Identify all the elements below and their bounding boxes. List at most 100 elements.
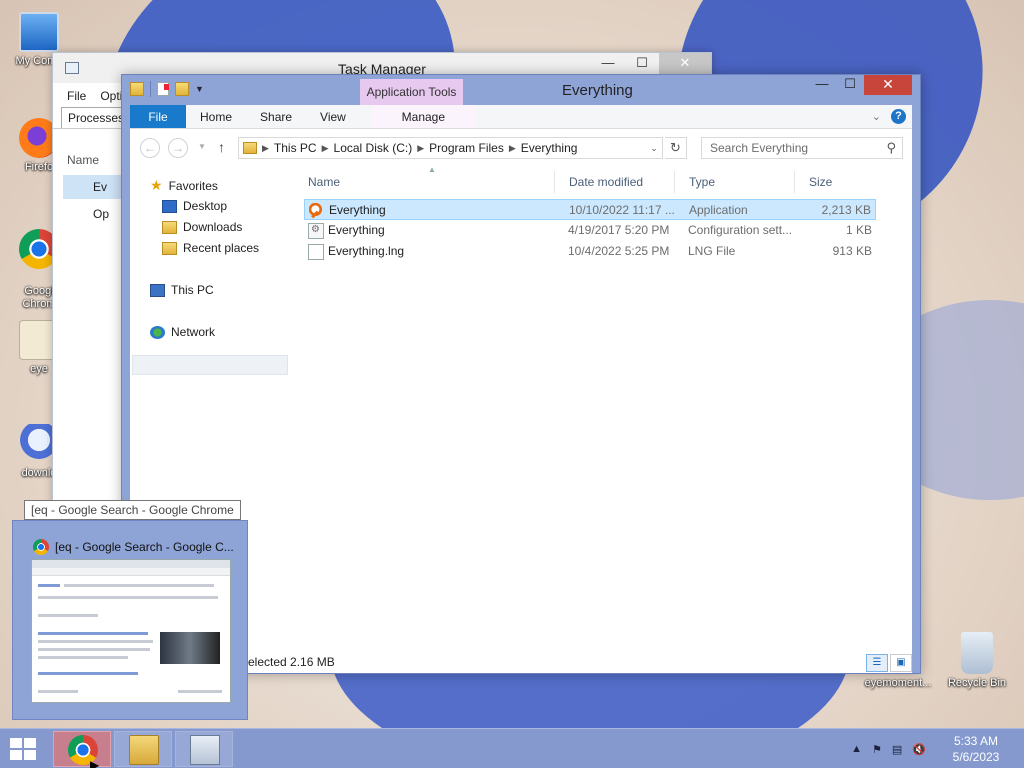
recent-locations-icon[interactable]: ▼ [198, 142, 206, 151]
file-date: 10/10/2022 11:17 ... [569, 203, 675, 217]
taskbar-task-manager-button[interactable] [175, 731, 233, 767]
search-icon: ⚲ [886, 140, 896, 155]
nav-label: This PC [171, 283, 214, 297]
nav-item-recent-places[interactable]: Recent places [162, 241, 259, 255]
file-size: 1 KB [845, 223, 872, 237]
minimize-button[interactable]: — [808, 75, 836, 95]
chevron-right-icon[interactable]: ▶ [262, 143, 269, 154]
chevron-down-icon[interactable]: ⌄ [646, 143, 662, 154]
network-icon[interactable]: ▤ [892, 743, 902, 756]
folder-icon [130, 82, 144, 96]
menu-file[interactable]: File [67, 89, 86, 103]
back-button[interactable]: ← [140, 138, 160, 158]
thumbnail-line [38, 614, 98, 617]
desktop-icon-recycle-bin[interactable]: Recycle Bin [940, 632, 1014, 689]
thumbnail-image [160, 632, 220, 664]
minimize-button[interactable]: — [591, 53, 625, 75]
refresh-button[interactable]: ↻ [665, 137, 687, 159]
close-button[interactable]: ✕ [659, 53, 711, 75]
file-row[interactable]: Everything 10/10/2022 11:17 ... Applicat… [304, 199, 876, 220]
file-date: 4/19/2017 5:20 PM [568, 223, 670, 237]
tab-share[interactable]: Share [246, 105, 306, 128]
nav-label: Desktop [183, 199, 228, 213]
start-button[interactable] [10, 738, 38, 760]
file-row[interactable]: Everything 4/19/2017 5:20 PM Configurati… [304, 220, 876, 241]
column-header-date-modified[interactable]: Date modified [569, 175, 643, 189]
tooltip: [eq - Google Search - Google Chrome [24, 500, 241, 520]
preview-thumbnail[interactable] [31, 559, 231, 703]
breadcrumb-everything[interactable]: Everything [521, 141, 578, 155]
nav-item-favorites[interactable]: ★ Favorites [150, 177, 218, 194]
clock[interactable]: 5:33 AM 5/6/2023 [936, 733, 1016, 765]
file-row[interactable]: Everything.lng 10/4/2022 5:25 PM LNG Fil… [304, 241, 876, 262]
search-input[interactable]: Search Everything ⚲ [701, 137, 903, 159]
process-name: Op [93, 207, 110, 221]
separator [150, 81, 151, 97]
tab-manage[interactable]: Manage [371, 105, 475, 128]
file-date: 10/4/2022 5:25 PM [568, 244, 670, 258]
maximize-button[interactable]: ☐ [625, 53, 659, 75]
column-header-size[interactable]: Size [809, 175, 832, 189]
file-type: LNG File [688, 244, 736, 258]
selected-nav-highlight [132, 355, 288, 375]
maximize-button[interactable]: ☐ [836, 75, 864, 95]
large-icons-view-button[interactable]: ▣ [890, 654, 912, 672]
file-name: Everything [329, 203, 386, 217]
up-button[interactable]: ↑ [218, 139, 225, 155]
column-header-name[interactable]: Name [67, 153, 99, 167]
nav-item-downloads[interactable]: Downloads [162, 220, 242, 234]
nav-item-network[interactable]: Network [150, 325, 215, 339]
address-bar-area: ← → ▼ ↑ ▶ This PC ▶ Local Disk (C:) ▶ Pr… [130, 129, 912, 167]
tab-view[interactable]: View [306, 105, 360, 128]
forward-button[interactable]: → [168, 138, 188, 158]
desktop-icon [162, 199, 177, 213]
nav-label: Recent places [183, 241, 260, 255]
app-icon [309, 203, 325, 219]
new-folder-icon[interactable] [175, 82, 189, 96]
properties-icon[interactable] [157, 82, 169, 96]
chevron-right-icon[interactable]: ▶ [322, 143, 329, 154]
details-view-button[interactable]: ☰ [866, 654, 888, 672]
file-type: Configuration sett... [688, 223, 793, 237]
sort-ascending-icon: ▲ [428, 165, 436, 174]
column-divider[interactable] [794, 171, 795, 193]
column-header-name[interactable]: Name [308, 175, 340, 189]
address-bar[interactable]: ▶ This PC ▶ Local Disk (C:) ▶ Program Fi… [238, 137, 663, 159]
taskbar-chrome-button[interactable] [53, 731, 111, 767]
expand-ribbon-icon[interactable]: ⌄ [872, 110, 881, 123]
show-hidden-icons-button[interactable]: ▲ [851, 743, 862, 755]
thumbnail-line [38, 640, 153, 643]
recycle-bin-icon [961, 632, 993, 674]
recent-places-icon [162, 241, 177, 255]
status-text: elected 2.16 MB [248, 655, 335, 669]
computer-icon [19, 12, 59, 52]
volume-muted-icon[interactable]: 🔇 [912, 743, 926, 756]
tab-home[interactable]: Home [186, 105, 246, 128]
thumbnail-line [38, 672, 138, 675]
chrome-taskbar-preview[interactable]: [eq - Google Search - Google C... [12, 520, 248, 720]
process-row[interactable]: Ev [63, 175, 123, 199]
help-icon[interactable]: ? [891, 109, 906, 124]
chevron-right-icon[interactable]: ▶ [417, 143, 424, 154]
file-list: ▲ Name Date modified Type Size Everythin… [298, 165, 912, 651]
nav-item-this-pc[interactable]: This PC [150, 283, 214, 297]
nav-item-desktop[interactable]: Desktop [162, 199, 227, 213]
windows-logo-part [24, 750, 36, 760]
column-divider[interactable] [554, 171, 555, 193]
tab-file[interactable]: File [130, 105, 186, 128]
column-divider[interactable] [674, 171, 675, 193]
taskbar-explorer-button[interactable] [114, 731, 172, 767]
windows-logo-part [10, 750, 22, 760]
menu-options[interactable]: Opti [100, 89, 122, 103]
chevron-right-icon[interactable]: ▶ [509, 143, 516, 154]
folder-icon [129, 735, 159, 765]
file-name: Everything [328, 223, 385, 237]
action-center-flag-icon[interactable]: ⚑ [872, 743, 882, 756]
column-header-type[interactable]: Type [689, 175, 715, 189]
explorer-titlebar[interactable]: ▼ Application Tools Everything — ☐ ✕ [122, 75, 920, 105]
breadcrumb-this-pc[interactable]: This PC [274, 141, 317, 155]
breadcrumb-local-disk[interactable]: Local Disk (C:) [334, 141, 413, 155]
breadcrumb-program-files[interactable]: Program Files [429, 141, 504, 155]
chevron-down-icon[interactable]: ▼ [195, 84, 204, 94]
close-button[interactable]: ✕ [864, 75, 912, 95]
